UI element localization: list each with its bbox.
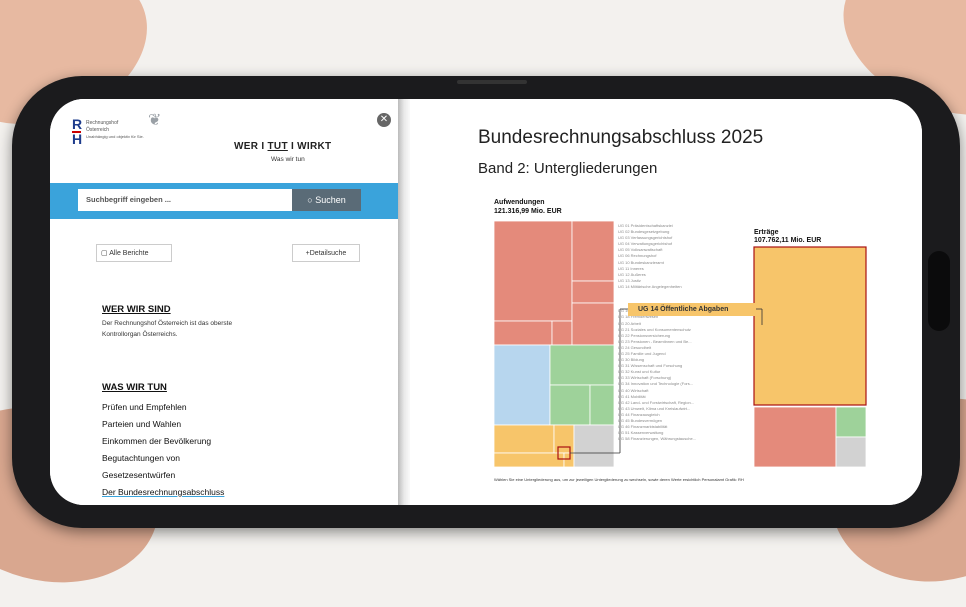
search-input[interactable]: Suchbegriff eingeben ... <box>78 189 292 211</box>
logo-letter-h: H <box>72 131 83 147</box>
treemap-cell[interactable] <box>493 344 551 426</box>
treemap-cell[interactable] <box>571 302 615 346</box>
all-reports-label: Alle Berichte <box>109 250 149 257</box>
treemap-cell[interactable] <box>553 424 575 454</box>
logo-line-1: Rechnungshof <box>86 120 119 126</box>
list-item[interactable]: Prüfen und Empfehlen <box>102 399 282 416</box>
list-item[interactable]: Begutachtungen von <box>102 450 282 467</box>
logo-line-3: Unabhängig und objektiv für Sie. <box>86 134 144 139</box>
phone-speaker <box>457 80 527 84</box>
ug-list: UG 01 Präsidentschaftskanzlei UG 02 Bunde… <box>618 223 743 442</box>
nav-tut[interactable]: TUT <box>268 141 288 152</box>
ug-list-item[interactable]: UG 58 Finanzierungen, Währungstausche... <box>618 436 743 442</box>
list-item[interactable]: Parteien und Wahlen <box>102 416 282 433</box>
revenue-treemap <box>753 246 867 468</box>
treemap-cell[interactable] <box>571 220 615 282</box>
nav-separator: I <box>261 141 265 152</box>
treemap-cell[interactable] <box>835 406 867 438</box>
treemap-cell[interactable] <box>563 452 575 468</box>
search-button[interactable]: ○ Suchen <box>292 189 361 211</box>
treemap-cell[interactable] <box>493 220 573 322</box>
footnote: Wählen Sie eine Untergliederung aus, um … <box>494 477 744 482</box>
header-subtitle: Was wir tun <box>271 156 305 163</box>
all-reports-button[interactable]: ▢ Alle Berichte <box>96 244 172 262</box>
list-item[interactable]: Einkommen der Bevölkerung <box>102 433 282 450</box>
treemap-cell[interactable] <box>753 406 837 468</box>
treemap-cell[interactable] <box>835 436 867 468</box>
nav-separator: I <box>290 141 295 152</box>
treemap-cell[interactable] <box>549 344 615 386</box>
treemap-cell[interactable] <box>571 280 615 304</box>
close-icon[interactable]: ✕ <box>377 113 391 127</box>
treemap-cell[interactable] <box>551 320 573 346</box>
list-item[interactable]: Gesetzesentwürfen <box>102 467 282 484</box>
section-title-what[interactable]: WAS WIR TUN <box>102 382 167 393</box>
section-title-who[interactable]: WER WIR SIND <box>102 304 171 315</box>
treemap-cell[interactable] <box>573 424 615 468</box>
phone-frame: R H Rechnungshof Österreich Unabhängig u… <box>12 76 960 528</box>
search-button-label: Suchen <box>315 195 346 205</box>
treemap-cell[interactable] <box>493 452 565 468</box>
revenue-main-cell[interactable] <box>753 246 867 406</box>
treemap-cell[interactable] <box>589 384 615 426</box>
phone-screen: R H Rechnungshof Österreich Unabhängig u… <box>50 99 922 505</box>
what-we-do-list: Prüfen und Empfehlen Parteien und Wahlen… <box>102 399 282 501</box>
treemap-cell[interactable] <box>493 424 555 454</box>
logo-line-2: Österreich <box>86 127 110 133</box>
highlighted-ug[interactable]: UG 14 Öffentliche Abgaben <box>628 303 756 316</box>
detail-search-label: Detailsuche <box>309 250 347 257</box>
treemap-cell[interactable] <box>549 384 591 426</box>
left-panel: R H Rechnungshof Österreich Unabhängig u… <box>50 99 398 505</box>
phone-camera <box>928 251 950 331</box>
search-icon: ○ <box>307 195 313 205</box>
logo-letter-r: R <box>72 116 83 132</box>
document-icon: ▢ <box>101 250 108 257</box>
right-panel: Bundesrechnungsabschluss 2025 Band 2: Un… <box>410 99 922 505</box>
expenses-treemap <box>493 220 615 468</box>
nav-wirkt[interactable]: WIRKT <box>297 141 331 152</box>
list-item-active[interactable]: Der Bundesrechnungsabschluss <box>102 484 282 501</box>
book-spine <box>398 99 410 505</box>
crest-icon: ❦ <box>148 112 162 129</box>
treemap-cell[interactable] <box>493 320 553 346</box>
detail-search-button[interactable]: +Detailsuche <box>292 244 360 262</box>
section-desc-who: Der Rechnungshof Österreich ist das ober… <box>102 320 233 338</box>
nav-wer[interactable]: WER <box>234 141 258 152</box>
header-nav: WER I TUT I WIRKT <box>234 141 331 152</box>
